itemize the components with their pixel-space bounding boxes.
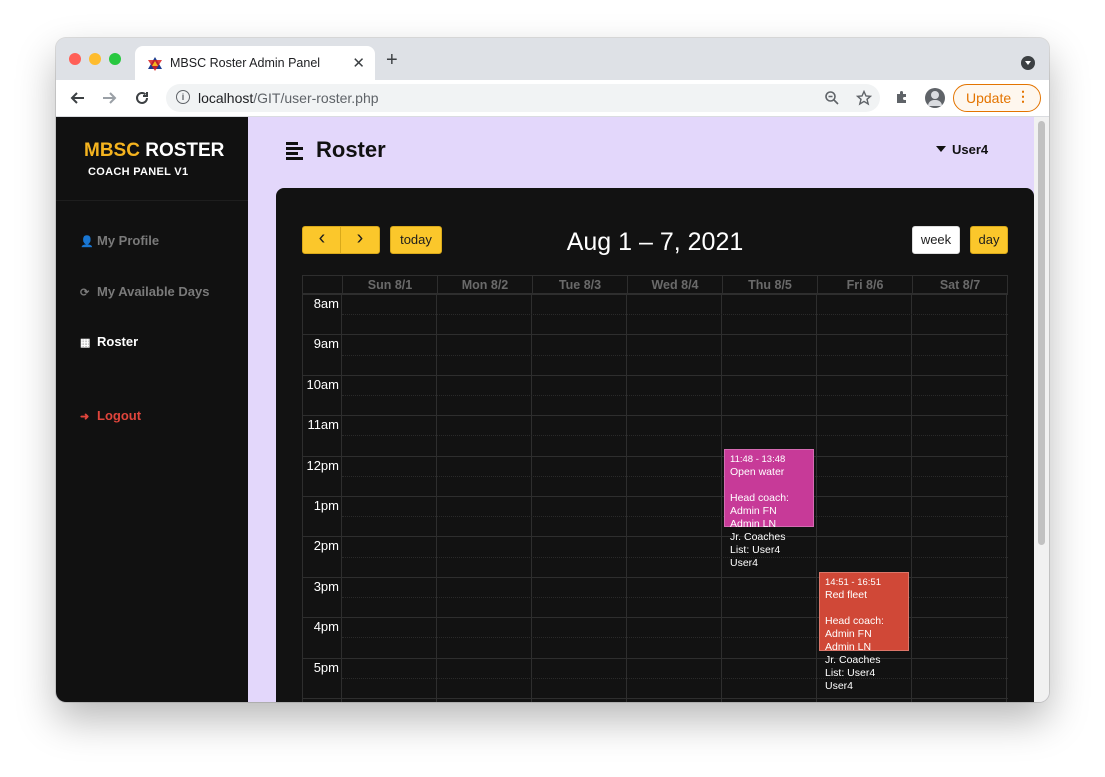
calendar-icon: ▦ (80, 337, 91, 349)
new-tab-button[interactable]: + (386, 50, 398, 70)
logout-icon: ➜ (80, 411, 90, 423)
half-hour-slot[interactable] (342, 314, 1008, 316)
extensions-puzzle-icon[interactable] (894, 89, 910, 105)
tab-close-icon[interactable]: ✕ (352, 54, 365, 72)
brand-subtitle: COACH PANEL V1 (88, 166, 189, 178)
day-header: Sat 8/7 (912, 276, 1007, 295)
hour-slot[interactable] (302, 294, 1008, 295)
day-view-button[interactable]: day (970, 226, 1008, 254)
tab-bar: MBSC Roster Admin Panel ✕ + (56, 38, 1049, 80)
calendar-card: ‹ › today Aug 1 – 7, 2021 week day Sun 8… (276, 188, 1034, 702)
sidebar-item-logout[interactable]: ➜ Logout (80, 408, 141, 423)
half-hour-slot[interactable] (342, 677, 1008, 679)
reload-icon[interactable] (134, 90, 150, 106)
user-icon: 👤 (80, 236, 94, 248)
user-name: User4 (952, 142, 989, 157)
maximize-window-button[interactable] (109, 53, 121, 65)
hour-slot[interactable] (302, 536, 1008, 538)
half-hour-slot[interactable] (342, 516, 1008, 518)
favicon-icon (148, 57, 162, 71)
sidebar-item-label: My Profile (97, 233, 160, 248)
half-hour-slot[interactable] (342, 435, 1008, 437)
event-details: Open water Head coach: Admin FN Admin LN… (730, 465, 789, 569)
calendar-event[interactable]: 11:48 - 13:48 Open water Head coach: Admi… (724, 448, 814, 569)
event-time: 11:48 - 13:48 (730, 453, 786, 465)
day-header: Fri 8/6 (817, 276, 912, 295)
time-label: 9am (313, 336, 339, 352)
sidebar-item-my-profile[interactable]: 👤 My Profile (80, 233, 159, 248)
sidebar-item-my-available-days[interactable]: ⟳ My Available Days (80, 284, 209, 299)
user-dropdown[interactable]: User4 (936, 142, 988, 157)
bookmark-star-icon[interactable] (856, 90, 872, 106)
page-scrollbar[interactable] (1034, 117, 1049, 702)
half-hour-slot[interactable] (342, 475, 1008, 477)
hour-slot[interactable] (302, 455, 1008, 457)
time-label: 12pm (306, 457, 339, 473)
back-arrow-icon[interactable] (69, 90, 85, 106)
menu-toggle-icon[interactable] (286, 141, 304, 160)
browser-window: MBSC Roster Admin Panel ✕ + i localhost/… (56, 38, 1049, 702)
day-header-row: Sun 8/1 Mon 8/2 Tue 8/3 Wed 8/4 Thu 8/5 Fri 8… (302, 275, 1008, 295)
caret-down-icon (936, 146, 946, 152)
half-hour-slot[interactable] (342, 354, 1008, 356)
event-time: 14:51 - 16:51 (825, 576, 881, 588)
browser-toolbar: i localhost/GIT/user-roster.php Update ⋮ (56, 80, 1049, 117)
half-hour-slot[interactable] (342, 556, 1008, 558)
page-title: Roster (316, 137, 386, 162)
page-content: MBSC ROSTER COACH PANEL V1 👤 My Profile ⟳… (56, 117, 1049, 702)
sidebar-item-label: My Available Days (97, 284, 210, 299)
hour-slot[interactable] (302, 374, 1008, 376)
sidebar: MBSC ROSTER COACH PANEL V1 👤 My Profile ⟳… (56, 117, 248, 702)
week-view-button[interactable]: week (912, 226, 960, 254)
browser-menu-icon[interactable]: ⋮ (1016, 88, 1030, 105)
time-label: 1pm (313, 498, 339, 513)
hour-slot[interactable] (302, 415, 1008, 417)
sidebar-divider (56, 200, 248, 201)
hour-slot[interactable] (302, 496, 1008, 497)
day-header: Mon 8/2 (437, 276, 532, 295)
day-header: Thu 8/5 (722, 276, 817, 295)
refresh-icon: ⟳ (80, 287, 90, 299)
time-label: 11am (307, 417, 339, 433)
event-details: Red fleet Head coach: Admin FN Admin LN … (825, 588, 884, 692)
time-label: 8am (313, 296, 339, 311)
time-label: 10am (306, 376, 339, 392)
tab-search-icon[interactable] (1021, 56, 1035, 70)
address-bar[interactable]: i localhost/GIT/user-roster.php (166, 84, 880, 112)
minimize-window-button[interactable] (89, 53, 101, 65)
time-label: 5pm (313, 659, 339, 675)
day-header: Wed 8/4 (627, 276, 722, 295)
update-browser-button[interactable]: Update ⋮ (953, 84, 1041, 112)
calendar-grid: Sun 8/1 Mon 8/2 Tue 8/3 Wed 8/4 Thu 8/5 Fri 8… (302, 275, 1008, 702)
hour-slot[interactable] (302, 334, 1008, 336)
scrollbar-thumb[interactable] (1038, 121, 1045, 545)
sidebar-item-roster[interactable]: ▦ Roster (80, 334, 138, 349)
close-window-button[interactable] (69, 53, 81, 65)
brand-logo: MBSC ROSTER (84, 140, 225, 161)
site-info-icon[interactable]: i (176, 90, 190, 104)
sidebar-item-label: Logout (97, 408, 142, 423)
time-label: 3pm (313, 578, 339, 594)
profile-avatar-icon[interactable] (925, 88, 945, 108)
calendar-event[interactable]: 14:51 - 16:51 Red fleet Head coach: Admin… (819, 571, 909, 692)
hour-slot[interactable] (302, 698, 1008, 699)
time-label: 2pm (313, 538, 339, 554)
half-hour-slot[interactable] (342, 395, 1008, 396)
zoom-out-icon[interactable] (824, 90, 840, 106)
time-label: 4pm (313, 619, 339, 635)
forward-arrow-icon[interactable] (102, 90, 118, 106)
sidebar-item-label: Roster (97, 334, 139, 349)
tab-title: MBSC Roster Admin Panel (170, 56, 321, 70)
day-header: Tue 8/3 (532, 276, 627, 295)
day-header: Sun 8/1 (342, 276, 437, 295)
browser-tab[interactable]: MBSC Roster Admin Panel ✕ (135, 46, 375, 80)
url-text[interactable]: localhost/GIT/user-roster.php (198, 90, 379, 106)
